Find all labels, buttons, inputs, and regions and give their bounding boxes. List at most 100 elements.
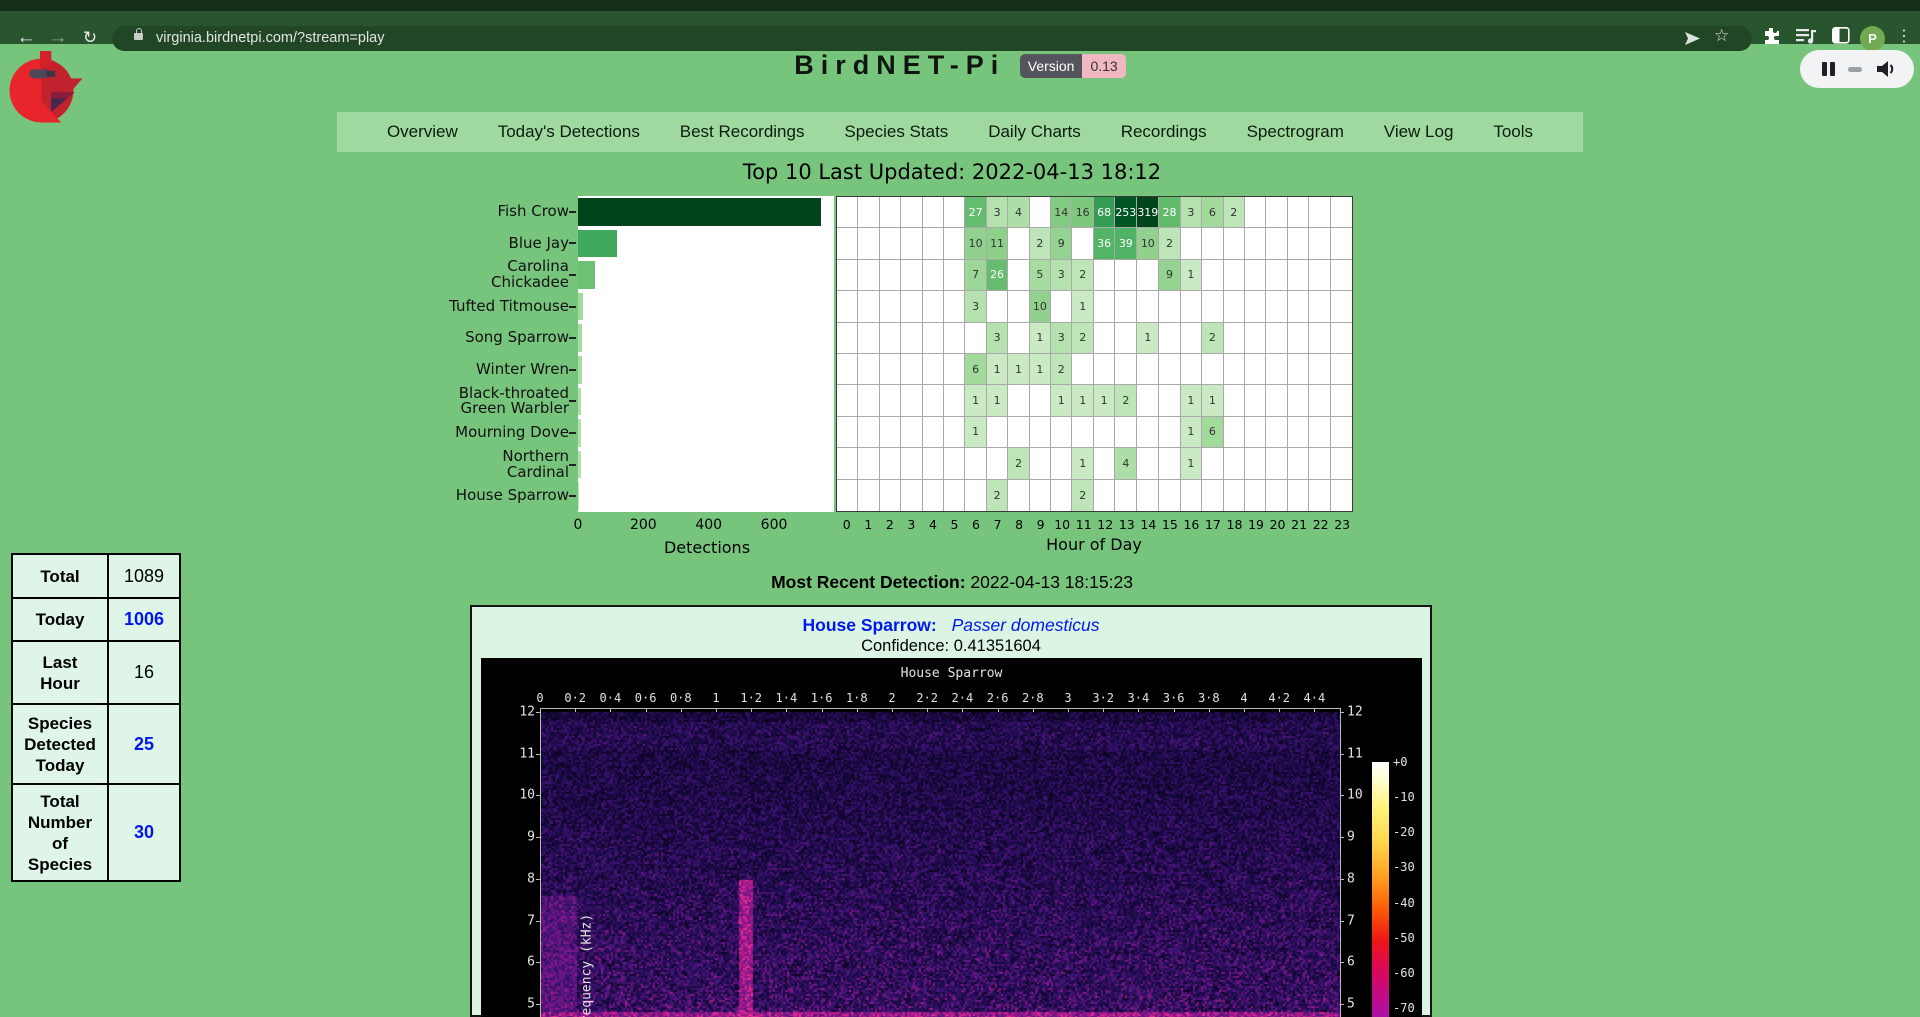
heatmap-cell [858,197,879,228]
stats-label-last-hour: Last Hour [12,641,108,704]
heatmap-cell [901,385,922,416]
bar-axis-tick: 400 [695,517,722,533]
hour-axis-tick: 19 [1248,517,1264,532]
hour-axis-tick: 3 [907,517,915,532]
heatmap-cell [1309,417,1330,448]
side-panel-icon[interactable] [1832,27,1850,44]
spec-tick-mark [1340,879,1344,880]
spec-tick-mark [822,708,823,712]
heatmap-cell [1331,448,1352,479]
heatmap-cell [901,228,922,259]
spec-tick-mark [1340,921,1344,922]
detections-bar [578,356,582,384]
nav-item-view-log[interactable]: View Log [1384,122,1454,142]
spec-tick-mark [786,708,787,712]
heatmap-cell [858,417,879,448]
heatmap-cell [1051,448,1072,479]
heatmap-cell [987,291,1008,322]
nav-item-best-recordings[interactable]: Best Recordings [680,122,805,142]
y-tick [569,369,576,371]
nav-item-todays-detections[interactable]: Today's Detections [498,122,640,142]
hour-axis-tick: 2 [886,517,894,532]
spectrogram-title: House Sparrow [481,666,1422,681]
profile-avatar[interactable]: P [1860,26,1885,51]
colorbar-tick: -60 [1393,966,1415,980]
heatmap-cell: 1 [1008,354,1029,385]
extensions-puzzle-icon[interactable] [1762,27,1780,45]
heatmap-cell [880,448,901,479]
heatmap-cell: 7 [965,260,986,291]
spec-tick-mark [1340,962,1344,963]
stats-value-species-today[interactable]: 25 [108,704,180,784]
stats-value-total-species[interactable]: 30 [108,784,180,881]
hour-of-day-heatmap: 2734141668253319283621011293639102726532… [836,196,1353,512]
heatmap-cell [1245,260,1266,291]
nav-item-recordings[interactable]: Recordings [1121,122,1207,142]
heatmap-cell: 1 [1072,291,1093,322]
birdnet-pi-page: ← → ↻ virginia.birdnetpi.com/?stream=pla… [0,0,1920,1017]
y-tick [569,242,576,244]
spec-tick-mark [1340,1004,1344,1005]
bookmark-star-icon[interactable]: ☆ [1714,26,1729,46]
spec-tick-mark [1340,837,1344,838]
kebab-menu-icon[interactable]: ⋮ [1896,26,1912,46]
heatmap-cell [944,197,965,228]
colorbar-tick: -20 [1393,825,1415,839]
heatmap-cell [1202,480,1223,511]
heatmap-cell: 3 [987,323,1008,354]
heatmap-cell [1094,291,1115,322]
heatmap-cell: 1 [1072,448,1093,479]
detection-panel: House Sparrow: Passer domesticus Confide… [470,605,1432,1017]
nav-item-overview[interactable]: Overview [387,122,458,142]
detection-scientific-name[interactable]: Passer domesticus [952,615,1100,635]
heatmap-cell [901,260,922,291]
heatmap-cell [1072,354,1093,385]
heatmap-cell [1094,480,1115,511]
heatmap-cell [1008,291,1029,322]
hour-axis-label: Hour of Day [1046,535,1142,554]
y-tick [569,274,576,276]
spec-freq-tick-right: 8 [1347,871,1355,886]
nav-item-species-stats[interactable]: Species Stats [844,122,948,142]
heatmap-cell [1008,417,1029,448]
heatmap-cell [901,323,922,354]
heatmap-cell [1288,228,1309,259]
version-label: Version [1020,54,1083,78]
heatmap-cell [1202,228,1223,259]
heatmap-cell [901,291,922,322]
spec-tick-mark [1068,708,1069,712]
heatmap-cell [1331,291,1352,322]
heatmap-cell: 1 [1181,448,1202,479]
detections-bar-chart [578,196,834,512]
spectrogram-canvas [481,658,1422,1017]
address-bar[interactable]: virginia.birdnetpi.com/?stream=play ☆ [112,26,1752,51]
heatmap-cell: 6 [1202,417,1223,448]
heatmap-cell [1181,291,1202,322]
heatmap-cell [901,354,922,385]
heatmap-cell: 2 [1030,228,1051,259]
heatmap-cell: 253 [1115,197,1137,228]
heatmap-cell: 1 [1137,323,1159,354]
nav-item-tools[interactable]: Tools [1493,122,1533,142]
hour-axis-tick: 0 [843,517,851,532]
heatmap-cell: 9 [1051,228,1072,259]
heatmap-cell [1008,385,1029,416]
spec-time-tick: 0·6 [635,691,657,705]
nav-item-spectrogram[interactable]: Spectrogram [1247,122,1344,142]
detection-common-name[interactable]: House Sparrow: [803,615,937,635]
heatmap-cell: 3 [987,197,1008,228]
nav-item-daily-charts[interactable]: Daily Charts [988,122,1081,142]
stats-value-today[interactable]: 1006 [108,598,180,641]
media-playlist-icon[interactable] [1796,27,1816,45]
detections-bar [578,324,582,352]
stats-label-today: Today [12,598,108,641]
heatmap-cell [1266,197,1287,228]
heatmap-cell [1309,291,1330,322]
lock-icon[interactable] [134,33,143,40]
send-icon[interactable] [1684,31,1701,46]
spec-tick-mark [1279,708,1280,712]
heatmap-cell [1224,417,1245,448]
url-text[interactable]: virginia.birdnetpi.com/?stream=play [156,30,384,46]
version-badge: Version 0.13 [1020,54,1126,78]
heatmap-cell [1309,385,1330,416]
